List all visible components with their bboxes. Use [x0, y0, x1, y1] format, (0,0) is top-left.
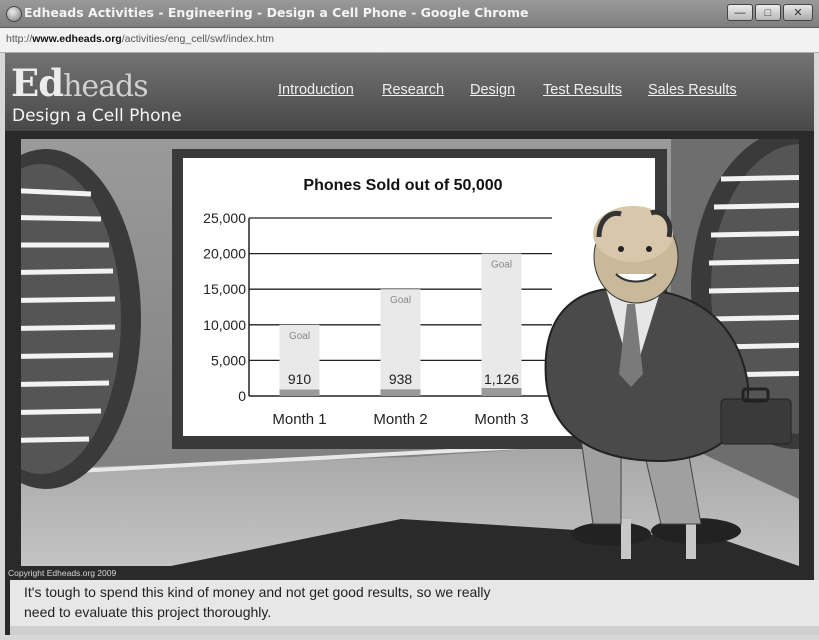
chart-title: Phones Sold out of 50,000: [303, 177, 502, 194]
x-category-label: Month 1: [272, 411, 326, 428]
window-title-bar: Edheads Activities - Engineering - Desig…: [0, 0, 819, 28]
nav-test-results[interactable]: Test Results: [543, 82, 622, 98]
close-button[interactable]: ✕: [783, 4, 813, 21]
x-category-label: Month 2: [373, 411, 427, 428]
nav-introduction[interactable]: Introduction: [278, 82, 354, 98]
nav-research[interactable]: Research: [382, 82, 444, 98]
caption-line-2: need to evaluate this project thoroughly…: [24, 604, 272, 620]
sold-bar: [380, 389, 421, 396]
bar-value-label: 910: [288, 371, 312, 387]
y-tick-label: 0: [238, 388, 246, 404]
status-strip: [10, 626, 819, 635]
window-title: Edheads Activities - Engineering - Desig…: [24, 5, 529, 20]
sold-bar: [481, 387, 522, 396]
address-bar[interactable]: http://www.edheads.org/activities/eng_ce…: [0, 28, 819, 53]
minimize-button[interactable]: —: [727, 4, 753, 21]
y-tick-label: 15,000: [203, 281, 246, 297]
goal-bar-label: Goal: [289, 331, 310, 342]
y-tick-label: 20,000: [203, 246, 246, 262]
copyright-text: Copyright Edheads.org 2009: [8, 568, 117, 578]
goal-bar-label: Goal: [491, 260, 512, 271]
app-frame: Edheads Design a Cell Phone Introduction…: [5, 53, 819, 635]
narration-caption: It's tough to spend this kind of money a…: [10, 580, 819, 626]
nav-sales-results[interactable]: Sales Results: [648, 82, 737, 98]
caption-line-1: It's tough to spend this kind of money a…: [24, 584, 491, 600]
edheads-logo[interactable]: Edheads: [11, 63, 149, 107]
x-category-label: Month 3: [474, 411, 528, 428]
chrome-globe-icon: [6, 6, 22, 22]
y-tick-label: 5,000: [211, 352, 246, 368]
presentation-scene: Phones Sold out of 50,000 0 5,000 10,000 15,…: [21, 139, 799, 566]
bar-value-label: 1,126: [484, 371, 519, 387]
nav-design[interactable]: Design: [470, 82, 515, 98]
bar-value-label: 938: [389, 371, 413, 387]
activity-subtitle: Design a Cell Phone: [12, 106, 182, 126]
site-header: Edheads Design a Cell Phone Introduction…: [5, 53, 814, 131]
url-text: http://www.edheads.org/activities/eng_ce…: [6, 33, 275, 45]
maximize-button[interactable]: □: [755, 4, 781, 21]
scene-illustration: Phones Sold out of 50,000 0 5,000 10,000 15,…: [21, 139, 799, 566]
y-tick-label: 25,000: [203, 210, 246, 226]
y-tick-label: 10,000: [203, 317, 246, 333]
sold-bar: [279, 389, 320, 396]
goal-bar-label: Goal: [390, 295, 411, 306]
